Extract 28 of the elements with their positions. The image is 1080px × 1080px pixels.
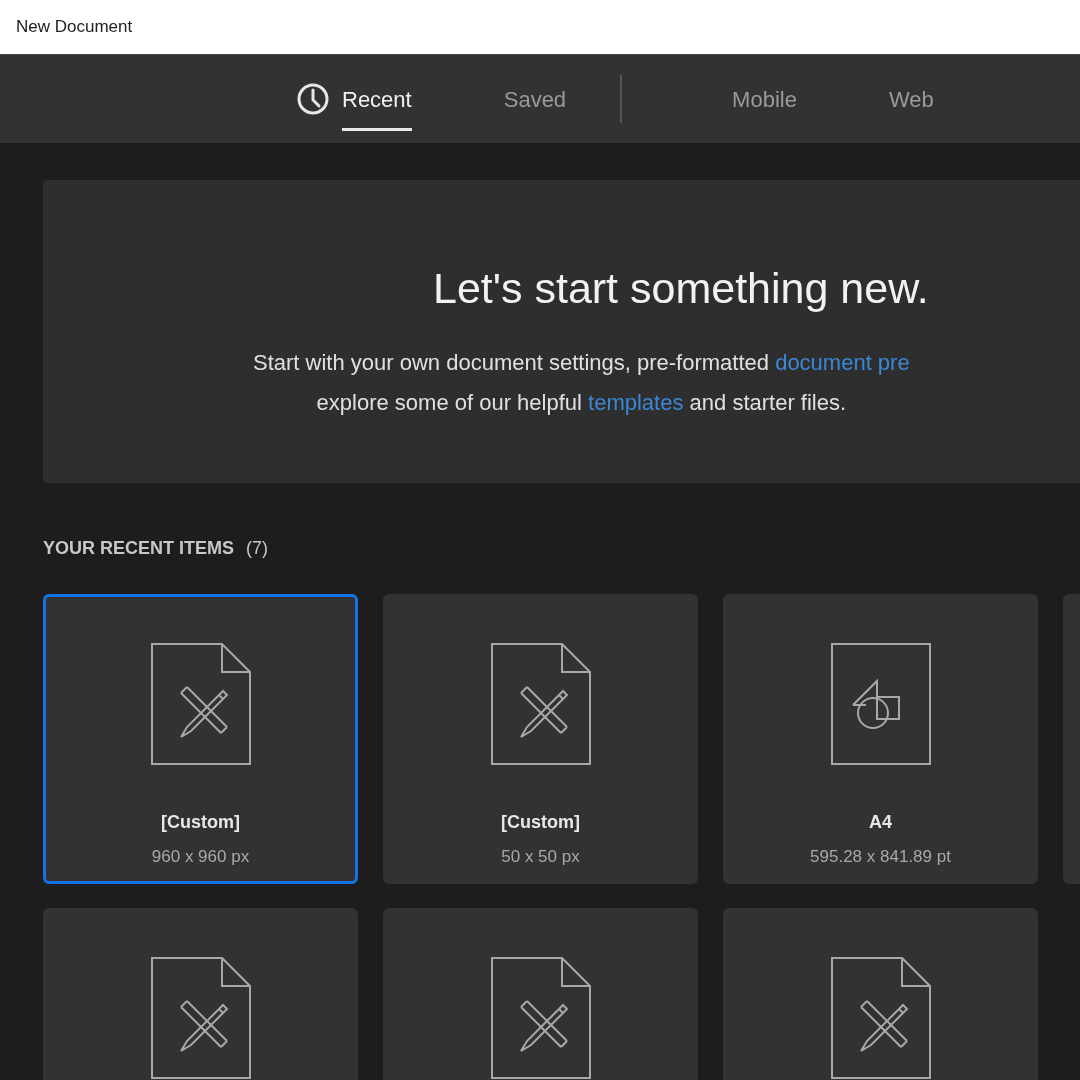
clock-icon [296,82,330,116]
card-title: [Custom] [501,811,580,834]
tab[interactable]: Recent [296,55,430,143]
card-size: 960 x 960 px [151,846,250,868]
item-count: (7) [246,537,268,560]
section-title: YOUR RECENT ITEMS [43,537,234,560]
tab-underline [342,128,412,131]
window-title: New Document [16,16,133,39]
templates-link[interactable]: templates [588,389,684,415]
document-pencil-ruler-icon [150,957,251,1079]
tab[interactable]: Mobile [658,55,815,143]
card-size: 50 x 50 px [501,846,580,868]
welcome-heading: Let's start something new. [433,263,929,314]
welcome-text: Start with your own document settings, pre-formatted document pre explore some of our helpful templates and starter files. [253,348,910,417]
document-pencil-ruler-icon [830,957,931,1079]
document-pencil-ruler-icon [490,957,591,1079]
document-shapes-icon [830,643,931,765]
tab[interactable]: Saved [429,55,585,143]
card-title: [Custom] [161,811,240,834]
document-pencil-ruler-icon [490,643,591,765]
document-card[interactable]: [Custom] 50 x 50 px [383,594,698,884]
document-card[interactable]: A4 595.28 x 841.89 pt [723,594,1038,884]
tab[interactable]: Web [814,55,952,143]
document-presets-link[interactable]: document pre [775,349,910,375]
document-card[interactable]: [Custom] 960 x 960 px [43,594,358,884]
document-pencil-ruler-icon [150,643,251,765]
card-title: A4 [869,811,892,834]
card-size: 595.28 x 841.89 pt [810,846,951,868]
